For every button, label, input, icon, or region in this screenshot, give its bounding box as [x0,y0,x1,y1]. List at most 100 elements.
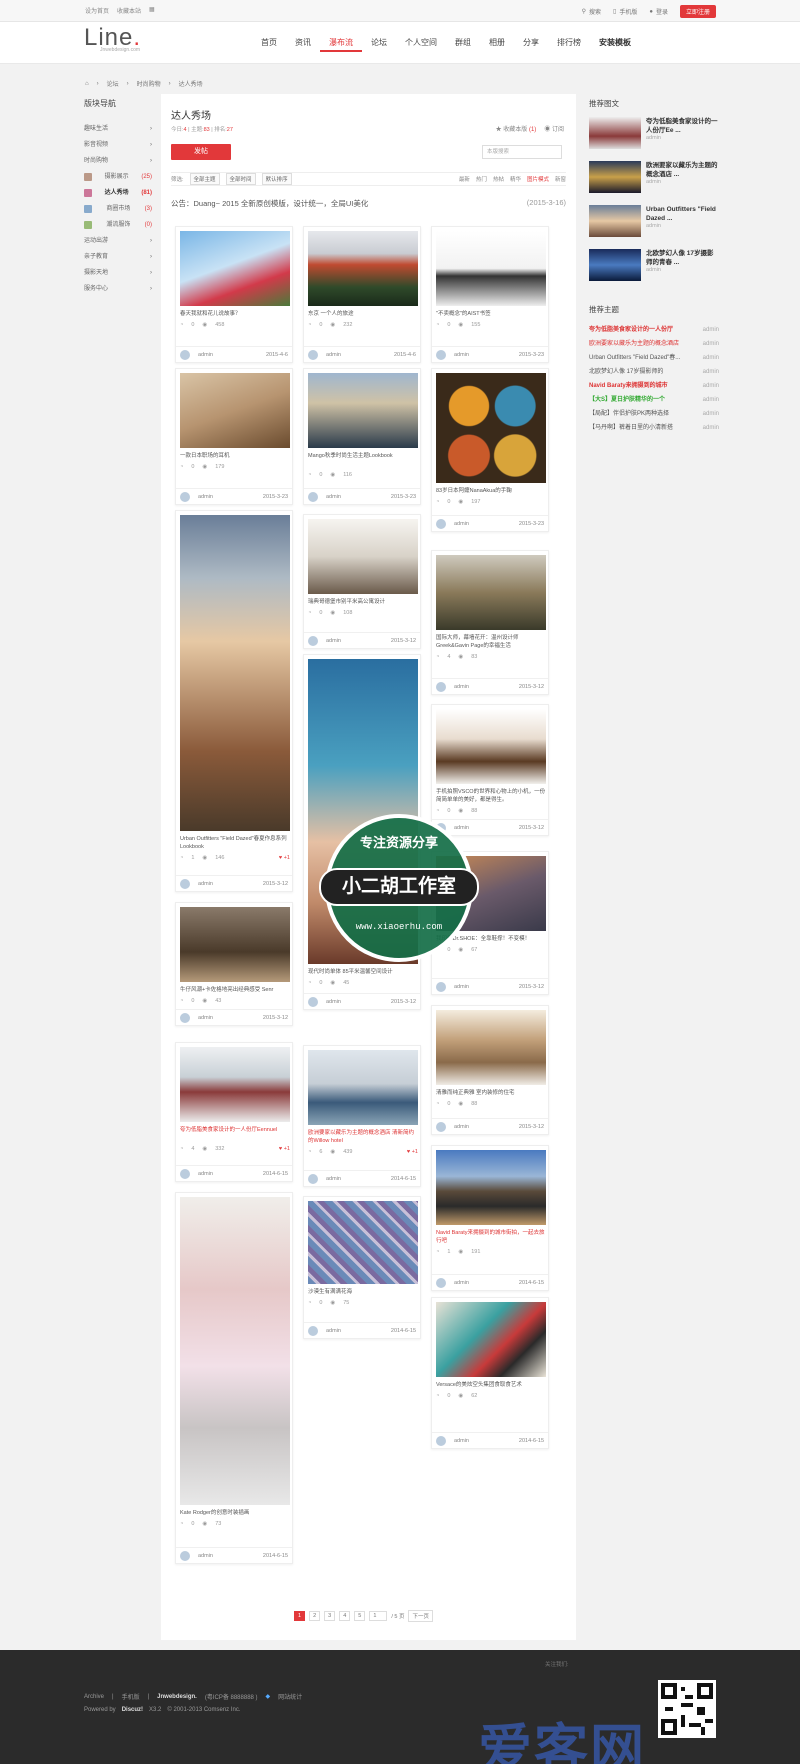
post-card[interactable]: 83岁日本阿嬷NanaAkua的手鞠 ◔ 0 ◉ 197 admin 2015-3-23 [431,368,549,532]
sidebar-item[interactable]: 服务中心 › [84,281,152,297]
post-card[interactable]: Kate Rodger的创意时装插画 ◔ 0 ◉ 73 admin 2014-6-15 [175,1192,293,1564]
post-card[interactable]: 东京 一个人的旅途 ◔ 0 ◉ 232 admin 2015-4-6 [303,226,421,363]
post-title[interactable]: 牛仔风潮+卡佐格地亮出经典感受 Senr [180,986,290,994]
post-thumbnail[interactable] [308,373,418,448]
recommended-pic-title[interactable]: 夸为低脂美食家设计的一人份厅Ee ... [646,117,719,135]
footer-brand[interactable]: Jnwebdesign. [157,1694,197,1700]
sort-new-window[interactable]: 新窗 [555,175,566,183]
post-card[interactable]: 欧洲要家以藏乐为主题的概念酒店 清新简约的Willow hotel ◔ 6 ◉ 439 ♥… [303,1045,421,1187]
favorite-button[interactable]: ★ 收藏本版 (1) [496,124,537,133]
post-thumbnail[interactable] [436,555,546,630]
page-1[interactable]: 1 [294,1611,306,1621]
post-card[interactable]: 一款日本职场的耳机 ◔ 0 ◉ 179 admin 2015-3-23 [175,368,293,505]
post-title[interactable]: 手机拍照VSCO的世界和心物上的小机，一份简简单单的美好，都是得生。 [436,788,546,804]
post-title[interactable]: 清雅而纯正典雅 室内装修的住宅 [436,1089,546,1097]
sort-image-mode[interactable]: 图片模式 [527,175,549,183]
recommended-topic-title[interactable]: Urban Outfitters "Field Dazed"春... [589,351,680,365]
post-thumbnail[interactable] [180,231,290,306]
nav-album[interactable]: 相册 [480,37,514,52]
post-author[interactable]: admin [454,1438,469,1444]
post-card[interactable]: Navid Baraty来拥摄到的城市街拍，一起去旅行吧 ◔ 1 ◉ 191 admin 2… [431,1145,549,1291]
avatar[interactable] [308,1325,318,1336]
recommended-topic-title[interactable]: 欧洲要家以藏乐为主题的概念酒店 [589,337,679,351]
avatar[interactable] [436,681,446,692]
register-button[interactable]: 立即注册 [679,5,716,18]
filter-topic-select[interactable]: 全部主题 [189,173,220,185]
post-title[interactable]: 夸为低脂美食家设计的一人份厅Eennuel [180,1126,290,1134]
page-input[interactable]: 1 [369,1611,388,1621]
sidebar-item[interactable]: 趣味生活 › [84,121,152,137]
post-card[interactable]: "不卖概念"的AIST书签 ◔ 0 ◉ 155 admin 2015-3-23 [431,226,549,363]
sort-hot-posts[interactable]: 热帖 [493,175,504,183]
avatar[interactable] [308,491,318,502]
recommended-topic-item[interactable]: 夸为低脂美食家设计的一人份厅 admin [589,323,719,337]
nav-share[interactable]: 分享 [514,37,548,52]
recommended-topic-title[interactable]: 【大S】夏日护肤精华的一个 [589,393,665,407]
post-title[interactable]: 春天我就和花儿说故事？ [180,310,290,318]
recommended-topic-item[interactable]: 【马丹啊】裤着日里的小清新搭 admin [589,421,719,435]
recommended-topic-title[interactable]: 【马丹啊】裤着日里的小清新搭 [589,421,673,435]
recommended-topic-title[interactable]: 夸为低脂美食家设计的一人份厅 [589,323,673,337]
footer-stats[interactable]: 网站统计 [278,1692,302,1701]
post-card[interactable]: 牛仔风潮+卡佐格地亮出经典感受 Senr ◔ 0 ◉ 43 admin 2015-3-12 [175,902,293,1026]
avatar[interactable] [436,1435,446,1446]
post-thumbnail[interactable] [308,231,418,306]
nav-home[interactable]: 首页 [252,37,286,52]
post-author[interactable]: admin [454,352,469,358]
like-button[interactable]: ♥ +1 [407,1149,418,1155]
post-author[interactable]: admin [454,521,469,527]
post-title[interactable]: 沙漠生有满满花海 [308,1288,418,1296]
filter-order-select[interactable]: 默认排序 [261,173,292,185]
user-menu[interactable]: ● 登录 [649,7,668,17]
nav-install[interactable]: 安装模板 [590,37,640,52]
sidebar-item[interactable]: 亲子教育 › [84,249,152,265]
forum-search-input[interactable]: 本版搜索 [482,145,562,159]
recommended-pic-title[interactable]: 欧洲要家以藏乐为主题的概念酒店 ... [646,161,719,179]
post-thumbnail[interactable] [308,1201,418,1284]
post-author[interactable]: admin [198,1015,213,1021]
avatar[interactable] [180,1012,190,1023]
recommended-thumbnail[interactable] [589,249,641,281]
post-author[interactable]: admin [454,1124,469,1130]
page-5[interactable]: 5 [354,1611,366,1621]
sidebar-item[interactable]: 影音视频 › [84,137,152,153]
post-title[interactable]: 83岁日本阿嬷NanaAkua的手鞠 [436,487,546,495]
login-link[interactable]: 登录 [656,7,668,16]
post-card[interactable]: 清雅而纯正典雅 室内装修的住宅 ◔ 0 ◉ 88 admin 2015-3-12 [431,1005,549,1135]
avatar[interactable] [180,349,190,360]
recommended-pic-item[interactable]: 夸为低脂美食家设计的一人份厅Ee ... admin [589,117,719,154]
crumb-current[interactable]: 达人秀场 [179,79,203,88]
crumb-forum[interactable]: 论坛 [107,79,119,88]
post-author[interactable]: admin [198,881,213,887]
recommended-pic-item[interactable]: 欧洲要家以藏乐为主题的概念酒店 ... admin [589,161,719,198]
footer-mobile[interactable]: 手机版 [122,1692,140,1701]
avatar[interactable] [308,349,318,360]
post-card[interactable]: Mango秋季时尚生活主题Lookbook ◔ 0 ◉ 116 admin 2015-3-2… [303,368,421,505]
post-thumbnail[interactable] [308,1050,418,1125]
post-title[interactable]: Mango秋季时尚生活主题Lookbook [308,452,418,460]
post-title[interactable]: "不卖概念"的AIST书签 [436,310,546,318]
mobile-link[interactable]: ▯ 手机版 [613,7,637,16]
post-thumbnail[interactable] [436,1302,546,1377]
recommended-pic-item[interactable]: 北欧梦幻人像 17岁摄影师的青春 ... admin [589,249,719,286]
like-button[interactable]: ♥ +1 [279,855,290,861]
page-4[interactable]: 4 [339,1611,351,1621]
avatar[interactable] [436,1121,446,1132]
post-thumbnail[interactable] [436,1150,546,1225]
post-thumbnail[interactable] [308,519,418,594]
recommended-topic-title[interactable]: 北欧梦幻人像 17岁摄影师的 [589,365,663,379]
recommended-topic-item[interactable]: Urban Outfitters "Field Dazed"春... admin [589,351,719,365]
sidebar-item[interactable]: 运动出游 › [84,233,152,249]
grid-icon[interactable]: ▦ [149,6,155,15]
recommended-pic-item[interactable]: Urban Outfitters "Field Dazed ... admin [589,205,719,242]
post-card[interactable]: 国际大师，幕墙花开：温州设计师Greek&Gavin Page的幸福生活 ◔ 4 ◉ 8… [431,550,549,695]
sidebar-item[interactable]: 商圈市场 (3) [84,201,152,217]
recommended-topic-title[interactable]: Navid Baraty来拥摄到的城市 [589,379,668,393]
post-title[interactable]: 瑞典哥德堡市别平米高公寓设计 [308,598,418,606]
post-title[interactable]: 东京 一个人的旅途 [308,310,418,318]
filter-time-select[interactable]: 全部时间 [225,173,256,185]
post-thumbnail[interactable] [436,231,546,306]
avatar[interactable] [436,981,446,992]
avatar[interactable] [308,996,318,1007]
post-author[interactable]: admin [454,825,469,831]
